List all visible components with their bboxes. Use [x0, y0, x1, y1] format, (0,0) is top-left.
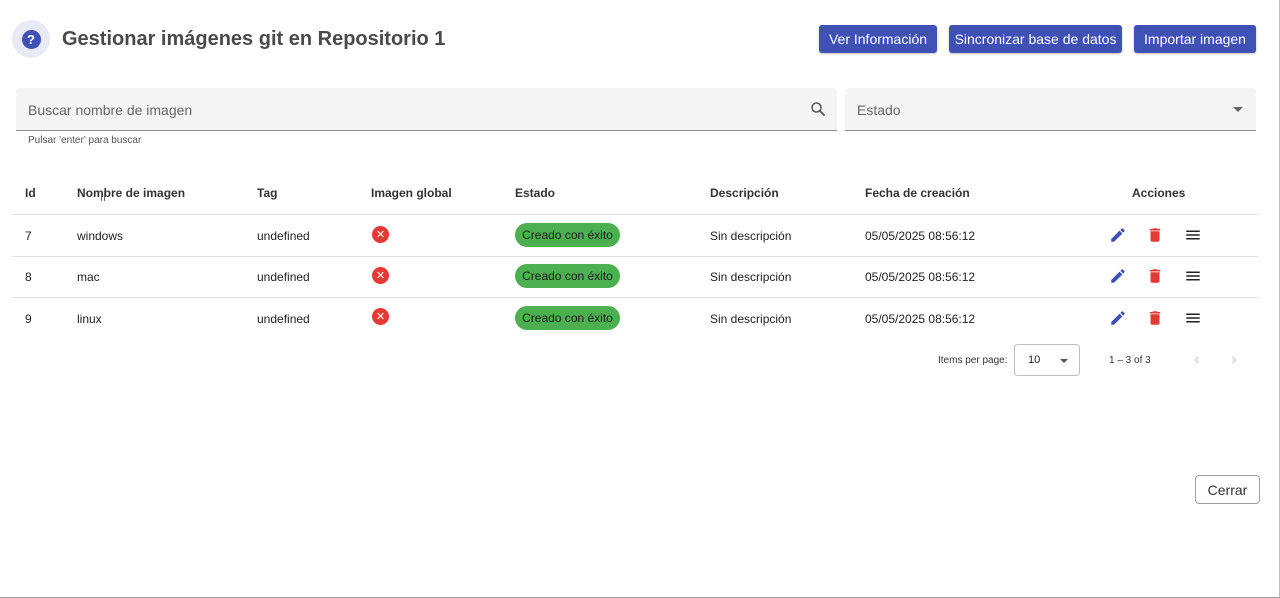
- status-badge: Creado con éxito: [515, 306, 620, 330]
- import-image-button[interactable]: Importar imagen: [1134, 25, 1256, 53]
- hamburger-menu-icon[interactable]: [1183, 308, 1203, 328]
- row-divider: [12, 297, 1259, 298]
- page-range: 1 – 3 of 3: [1109, 355, 1151, 366]
- view-info-button[interactable]: Ver Información: [819, 25, 937, 53]
- cell-tag: undefined: [257, 312, 310, 326]
- manage-images-dialog: ? Gestionar imágenes git en Repositorio …: [0, 0, 1280, 598]
- column-header-actions: Acciones: [1132, 186, 1186, 200]
- status-badge: Creado con éxito: [515, 223, 620, 247]
- search-placeholder: Buscar nombre de imagen: [28, 102, 193, 118]
- text-cursor: [101, 191, 105, 201]
- previous-page-button[interactable]: ‹: [1189, 350, 1205, 370]
- close-circle-icon: ✕: [372, 267, 389, 284]
- status-select[interactable]: Estado: [845, 88, 1256, 131]
- column-header-description[interactable]: Descripción: [710, 186, 779, 200]
- column-header-id[interactable]: Id: [25, 186, 36, 200]
- cell-name: linux: [77, 312, 102, 326]
- cell-id: 9: [25, 312, 32, 326]
- trash-icon[interactable]: [1145, 266, 1165, 286]
- pencil-icon[interactable]: [1108, 225, 1128, 245]
- column-header-created[interactable]: Fecha de creación: [865, 186, 970, 200]
- close-circle-icon: ✕: [372, 308, 389, 325]
- status-placeholder: Estado: [857, 102, 901, 118]
- table-header-divider: [12, 214, 1259, 215]
- column-header-global[interactable]: Imagen global: [371, 186, 452, 200]
- status-badge: Creado con éxito: [515, 264, 620, 288]
- page-size-select[interactable]: 10: [1014, 344, 1080, 376]
- cell-id: 8: [25, 270, 32, 284]
- cell-name: windows: [77, 229, 124, 243]
- close-button[interactable]: Cerrar: [1195, 475, 1260, 504]
- search-input[interactable]: Buscar nombre de imagen: [16, 88, 837, 131]
- search-icon[interactable]: [809, 100, 827, 118]
- row-divider: [12, 256, 1259, 257]
- cell-created: 05/05/2025 08:56:12: [865, 312, 976, 326]
- page-title: Gestionar imágenes git en Repositorio 1: [62, 28, 446, 50]
- search-hint: Pulsar 'enter' para buscar: [28, 135, 142, 146]
- chevron-down-icon: [1060, 359, 1068, 363]
- sync-database-button[interactable]: Sincronizar base de datos: [949, 25, 1122, 53]
- close-circle-icon: ✕: [372, 226, 389, 243]
- cell-description: Sin descripción: [710, 229, 792, 243]
- pencil-icon[interactable]: [1108, 308, 1128, 328]
- pencil-icon[interactable]: [1108, 266, 1128, 286]
- cell-name: mac: [77, 270, 100, 284]
- cell-description: Sin descripción: [710, 312, 792, 326]
- cell-created: 05/05/2025 08:56:12: [865, 229, 976, 243]
- cell-tag: undefined: [257, 229, 310, 243]
- hamburger-menu-icon[interactable]: [1183, 266, 1203, 286]
- trash-icon[interactable]: [1145, 308, 1165, 328]
- items-per-page-label: Items per page:: [938, 355, 1008, 366]
- cell-created: 05/05/2025 08:56:12: [865, 270, 976, 284]
- cell-description: Sin descripción: [710, 270, 792, 284]
- hamburger-menu-icon[interactable]: [1183, 225, 1203, 245]
- column-header-name[interactable]: Nombre de imagen: [77, 186, 185, 200]
- next-page-button[interactable]: ›: [1226, 350, 1242, 370]
- column-header-status[interactable]: Estado: [515, 186, 555, 200]
- help-button[interactable]: ?: [12, 20, 50, 58]
- column-header-tag[interactable]: Tag: [257, 186, 277, 200]
- cell-tag: undefined: [257, 270, 310, 284]
- page-size-value: 10: [1028, 354, 1041, 366]
- trash-icon[interactable]: [1145, 225, 1165, 245]
- cell-id: 7: [25, 229, 32, 243]
- help-circle-icon: ?: [21, 29, 41, 49]
- chevron-down-icon: [1233, 107, 1243, 112]
